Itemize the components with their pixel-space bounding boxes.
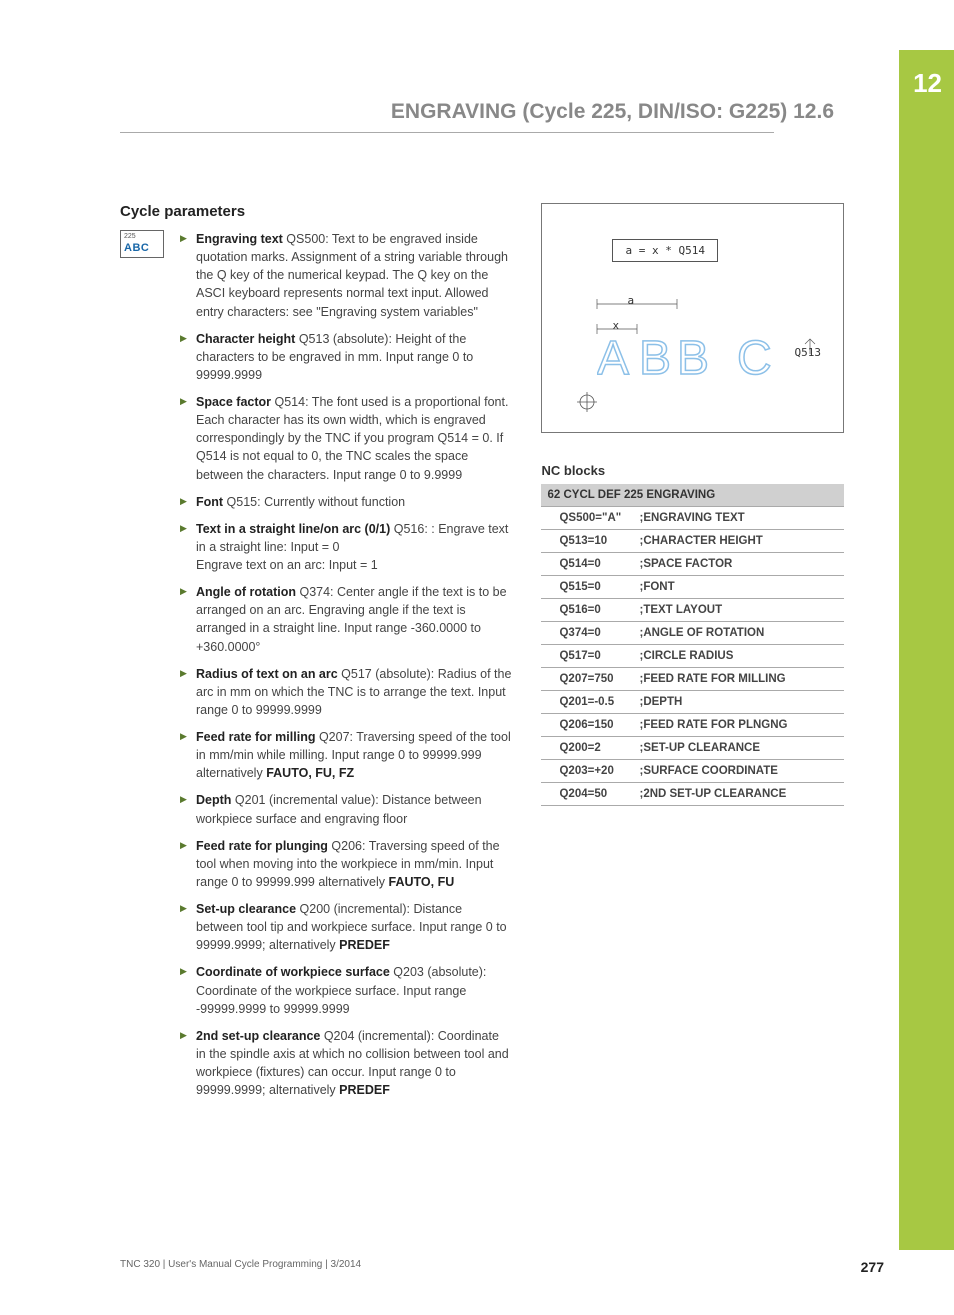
nc-row: Q203=+20;SURFACE COORDINATE [541, 760, 844, 783]
nc-row: Q206=150;FEED RATE FOR PLNGNG [541, 714, 844, 737]
nc-desc: ;2ND SET-UP CLEARANCE [633, 783, 844, 806]
nc-desc: ;TEXT LAYOUT [633, 599, 844, 622]
parameter-item: Angle of rotation Q374: Center angle if … [180, 583, 511, 656]
dim-a: a [627, 294, 634, 307]
nc-table: 62 CYCL DEF 225 ENGRAVING QS500="A";ENGR… [541, 484, 844, 806]
svg-text:C: C [737, 332, 772, 385]
diagram-letters: A B B C [597, 324, 817, 394]
diagram: a = x * Q514 a x Q513 A B [541, 203, 844, 433]
svg-text:A: A [597, 332, 629, 385]
nc-desc: ;FEED RATE FOR PLNGNG [633, 714, 844, 737]
nc-row: Q204=50;2ND SET-UP CLEARANCE [541, 783, 844, 806]
nc-desc: ;ANGLE OF ROTATION [633, 622, 844, 645]
diagram-formula: a = x * Q514 [612, 239, 717, 262]
parameter-item: Text in a straight line/on arc (0/1) Q51… [180, 520, 511, 574]
page-header: ENGRAVING (Cycle 225, DIN/ISO: G225) 12.… [120, 100, 914, 133]
nc-header-row: 62 CYCL DEF 225 ENGRAVING [541, 484, 844, 507]
parameter-item: Feed rate for milling Q207: Traversing s… [180, 728, 511, 782]
parameter-item: Space factor Q514: The font used is a pr… [180, 393, 511, 484]
nc-desc: ;SPACE FACTOR [633, 553, 844, 576]
nc-blocks-title: NC blocks [541, 463, 844, 478]
footer-text: TNC 320 | User's Manual Cycle Programmin… [120, 1259, 361, 1275]
nc-row: Q517=0;CIRCLE RADIUS [541, 645, 844, 668]
nc-row: Q513=10;CHARACTER HEIGHT [541, 530, 844, 553]
nc-param: Q203=+20 [541, 760, 633, 783]
nc-row: QS500="A";ENGRAVING TEXT [541, 507, 844, 530]
parameter-item: Set-up clearance Q200 (incremental): Dis… [180, 900, 511, 954]
parameter-item: Character height Q513 (absolute): Height… [180, 330, 511, 384]
icon-text: ABC [124, 243, 160, 254]
header-rule [120, 132, 774, 133]
icon-number: 225 [124, 233, 136, 240]
nc-row: Q516=0;TEXT LAYOUT [541, 599, 844, 622]
nc-param: Q200=2 [541, 737, 633, 760]
nc-desc: ;SURFACE COORDINATE [633, 760, 844, 783]
header-title: ENGRAVING (Cycle 225, DIN/ISO: G225) 12.… [391, 100, 834, 123]
nc-row: Q515=0;FONT [541, 576, 844, 599]
svg-text:B: B [677, 332, 709, 385]
footer: TNC 320 | User's Manual Cycle Programmin… [120, 1259, 884, 1275]
nc-param: Q207=750 [541, 668, 633, 691]
parameter-list: Engraving text QS500: Text to be engrave… [180, 230, 511, 1099]
svg-text:B: B [639, 332, 671, 385]
nc-desc: ;DEPTH [633, 691, 844, 714]
page-number: 277 [861, 1259, 884, 1275]
nc-desc: ;FEED RATE FOR MILLING [633, 668, 844, 691]
nc-row: Q374=0;ANGLE OF ROTATION [541, 622, 844, 645]
nc-param: QS500="A" [541, 507, 633, 530]
nc-param: Q513=10 [541, 530, 633, 553]
parameter-item: Feed rate for plunging Q206: Traversing … [180, 837, 511, 891]
nc-desc: ;FONT [633, 576, 844, 599]
parameter-item: 2nd set-up clearance Q204 (incremental):… [180, 1027, 511, 1100]
origin-icon [577, 392, 597, 412]
nc-desc: ;ENGRAVING TEXT [633, 507, 844, 530]
nc-param: Q515=0 [541, 576, 633, 599]
nc-row: Q514=0;SPACE FACTOR [541, 553, 844, 576]
nc-table-body: QS500="A";ENGRAVING TEXTQ513=10;CHARACTE… [541, 507, 844, 806]
nc-param: Q516=0 [541, 599, 633, 622]
nc-param: Q201=-0.5 [541, 691, 633, 714]
nc-param: Q374=0 [541, 622, 633, 645]
parameter-item: Coordinate of workpiece surface Q203 (ab… [180, 963, 511, 1017]
nc-param: Q204=50 [541, 783, 633, 806]
nc-param: Q514=0 [541, 553, 633, 576]
nc-desc: ;SET-UP CLEARANCE [633, 737, 844, 760]
parameter-item: Depth Q201 (incremental value): Distance… [180, 791, 511, 827]
parameter-item: Font Q515: Currently without function [180, 493, 511, 511]
cycle-icon: 225 ABC [120, 230, 164, 258]
nc-header-cell: 62 CYCL DEF 225 ENGRAVING [541, 484, 844, 507]
nc-row: Q201=-0.5;DEPTH [541, 691, 844, 714]
section-title: Cycle parameters [120, 203, 511, 220]
parameter-item: Radius of text on an arc Q517 (absolute)… [180, 665, 511, 719]
nc-desc: ;CIRCLE RADIUS [633, 645, 844, 668]
nc-desc: ;CHARACTER HEIGHT [633, 530, 844, 553]
nc-row: Q207=750;FEED RATE FOR MILLING [541, 668, 844, 691]
parameter-item: Engraving text QS500: Text to be engrave… [180, 230, 511, 321]
nc-param: Q206=150 [541, 714, 633, 737]
nc-param: Q517=0 [541, 645, 633, 668]
nc-row: Q200=2;SET-UP CLEARANCE [541, 737, 844, 760]
